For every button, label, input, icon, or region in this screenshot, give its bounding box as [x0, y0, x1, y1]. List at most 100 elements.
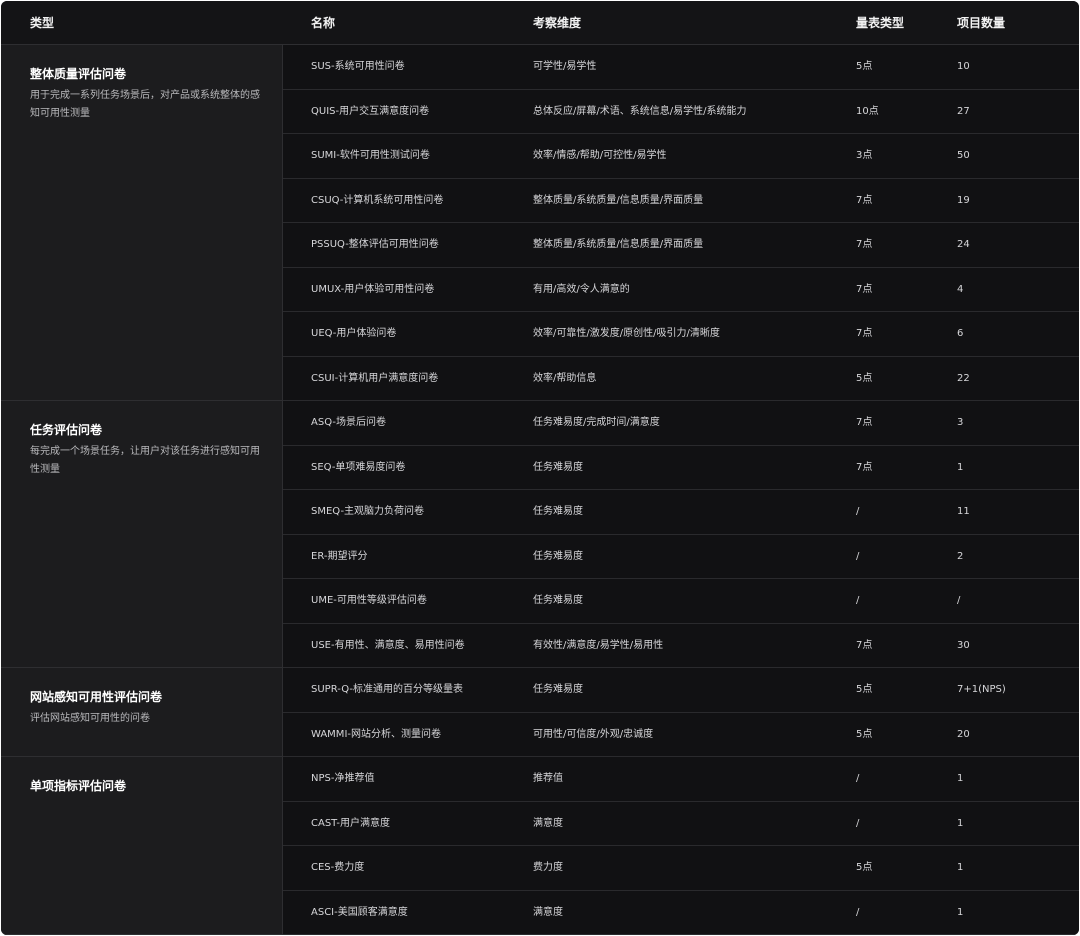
cell-dimension: 满意度 [533, 906, 563, 918]
table-row: UMUX-用户体验可用性问卷 有用/高效/令人满意的 7点 4 [283, 268, 1079, 312]
table-row: UEQ-用户体验问卷 效率/可靠性/激发度/原创性/吸引力/清晰度 7点 6 [283, 312, 1079, 357]
cell-dimension: 任务难易度 [533, 684, 583, 695]
cell-scale-type: 5点 [856, 61, 873, 72]
cell-item-count: 24 [957, 239, 970, 250]
column-divider [282, 45, 283, 935]
cell-name: CES-费力度 [311, 862, 365, 873]
cell-item-count: 3 [957, 417, 964, 428]
table-row: ASQ-场景后问卷 任务难易度/完成时间/满意度 7点 3 [283, 401, 1079, 446]
cell-name: ASCI-美国顾客满意度 [311, 906, 408, 918]
table-row: ASCI-美国顾客满意度 满意度 / 1 [283, 891, 1079, 935]
cell-dimension: 有用/高效/令人满意的 [533, 283, 630, 295]
cell-scale-type: 7点 [856, 194, 873, 206]
cell-scale-type: / [856, 506, 860, 517]
cell-name: UME-可用性等级评估问卷 [311, 595, 427, 606]
cell-dimension: 推荐值 [533, 773, 563, 784]
header-type: 类型 [30, 16, 55, 30]
table-row: SMEQ-主观脑力负荷问卷 任务难易度 / 11 [283, 490, 1079, 535]
table-row: SEQ-单项难易度问卷 任务难易度 7点 1 [283, 446, 1079, 490]
cell-item-count: 27 [957, 105, 970, 117]
cell-scale-type: 10点 [856, 105, 879, 117]
cell-dimension: 任务难易度 [533, 506, 583, 517]
cell-scale-type: / [856, 550, 860, 562]
cell-dimension: 可用性/可信度/外观/忠诚度 [533, 728, 654, 740]
cell-dimension: 效率/可靠性/激发度/原创性/吸引力/清晰度 [533, 328, 720, 339]
cell-dimension: 整体质量/系统质量/信息质量/界面质量 [533, 194, 704, 206]
cell-scale-type: 5点 [856, 728, 873, 740]
cell-dimension: 整体质量/系统质量/信息质量/界面质量 [533, 239, 704, 250]
table-row: CSUQ-计算机系统可用性问卷 整体质量/系统质量/信息质量/界面质量 7点 19 [283, 179, 1079, 223]
cell-name: PSSUQ-整体评估可用性问卷 [311, 239, 439, 250]
cell-dimension: 满意度 [533, 817, 563, 829]
cell-scale-type: / [856, 773, 860, 784]
cell-name: SUMI-软件可用性测试问卷 [311, 150, 430, 161]
cell-dimension: 任务难易度 [533, 461, 583, 473]
table-row: CAST-用户满意度 满意度 / 1 [283, 802, 1079, 846]
cell-dimension: 任务难易度 [533, 550, 583, 562]
cell-item-count: 1 [957, 906, 964, 918]
cell-scale-type: 7点 [856, 239, 873, 250]
cell-dimension: 有效性/满意度/易学性/易用性 [533, 639, 664, 651]
cell-dimension: 费力度 [533, 862, 563, 873]
header-dimension: 考察维度 [533, 16, 582, 30]
cell-name: CSUI-计算机用户满意度问卷 [311, 372, 439, 384]
cell-name: NPS-净推荐值 [311, 773, 375, 784]
cell-name: SUPR-Q-标准通用的百分等级量表 [311, 684, 463, 695]
category-title: 单项指标评估问卷 [30, 779, 127, 793]
cell-scale-type: 7点 [856, 328, 873, 339]
cell-name: QUIS-用户交互满意度问卷 [311, 105, 430, 117]
cell-scale-type: 7点 [856, 283, 873, 295]
cell-item-count: / [957, 595, 961, 606]
cell-scale-type: 7点 [856, 639, 873, 651]
cell-item-count: 4 [957, 283, 964, 295]
cell-scale-type: 7点 [856, 417, 873, 428]
cell-dimension: 任务难易度 [533, 595, 583, 606]
table-row: WAMMI-网站分析、测量问卷 可用性/可信度/外观/忠诚度 5点 20 [283, 713, 1079, 757]
cell-dimension: 效率/情感/帮助/可控性/易学性 [533, 150, 667, 161]
cell-scale-type: 5点 [856, 372, 873, 384]
cell-item-count: 30 [957, 639, 970, 651]
cell-item-count: 10 [957, 61, 970, 72]
category-description: 用于完成一系列任务场景后，对产品或系统整体的感知可用性测量 [30, 90, 260, 119]
cell-item-count: 2 [957, 550, 964, 562]
cell-item-count: 20 [957, 728, 970, 740]
header-scale-type: 量表类型 [856, 16, 905, 30]
usability-questionnaire-table: 类型 名称 考察维度 量表类型 项目数量 整体质量评估问卷 用于完成一系列任务场景… [1, 1, 1079, 935]
cell-item-count: 7+1(NPS) [957, 684, 1006, 695]
table-row: SUS-系统可用性问卷 可学性/易学性 5点 10 [283, 45, 1079, 90]
cell-item-count: 22 [957, 372, 970, 384]
cell-name: ER-期望评分 [311, 550, 368, 562]
cell-dimension: 总体反应/屏幕/术语、系统信息/易学性/系统能力 [533, 105, 747, 117]
cell-item-count: 1 [957, 461, 964, 473]
cell-name: SEQ-单项难易度问卷 [311, 461, 406, 473]
cell-scale-type: 5点 [856, 862, 873, 873]
category-cell: 整体质量评估问卷 用于完成一系列任务场景后，对产品或系统整体的感知可用性测量 [1, 45, 282, 401]
cell-scale-type: / [856, 595, 860, 606]
cell-name: SMEQ-主观脑力负荷问卷 [311, 506, 425, 517]
cell-dimension: 可学性/易学性 [533, 61, 597, 72]
cell-name: ASQ-场景后问卷 [311, 417, 386, 428]
cell-name: WAMMI-网站分析、测量问卷 [311, 728, 441, 740]
table-header: 类型 名称 考察维度 量表类型 项目数量 [1, 1, 1079, 45]
cell-item-count: 1 [957, 817, 964, 829]
table-row: CES-费力度 费力度 5点 1 [283, 846, 1079, 891]
table-row: QUIS-用户交互满意度问卷 总体反应/屏幕/术语、系统信息/易学性/系统能力 10… [283, 90, 1079, 134]
cell-name: CSUQ-计算机系统可用性问卷 [311, 194, 444, 206]
cell-name: USE-有用性、满意度、易用性问卷 [311, 639, 465, 651]
cell-scale-type: / [856, 906, 860, 918]
cell-item-count: 1 [957, 862, 964, 873]
table-row: UME-可用性等级评估问卷 任务难易度 / / [283, 579, 1079, 624]
table-row: CSUI-计算机用户满意度问卷 效率/帮助信息 5点 22 [283, 357, 1079, 401]
cell-item-count: 19 [957, 194, 970, 206]
cell-scale-type: 5点 [856, 684, 873, 695]
category-cell: 网站感知可用性评估问卷 评估网站感知可用性的问卷 [1, 668, 282, 757]
header-name: 名称 [311, 16, 336, 30]
cell-name: UEQ-用户体验问卷 [311, 328, 397, 339]
cell-name: SUS-系统可用性问卷 [311, 61, 405, 72]
cell-scale-type: 3点 [856, 150, 873, 161]
cell-scale-type: 7点 [856, 461, 873, 473]
category-cell: 任务评估问卷 每完成一个场景任务，让用户对该任务进行感知可用性测量 [1, 401, 282, 668]
table-row: USE-有用性、满意度、易用性问卷 有效性/满意度/易学性/易用性 7点 30 [283, 624, 1079, 668]
cell-item-count: 6 [957, 328, 964, 339]
category-title: 任务评估问卷 [30, 423, 103, 437]
